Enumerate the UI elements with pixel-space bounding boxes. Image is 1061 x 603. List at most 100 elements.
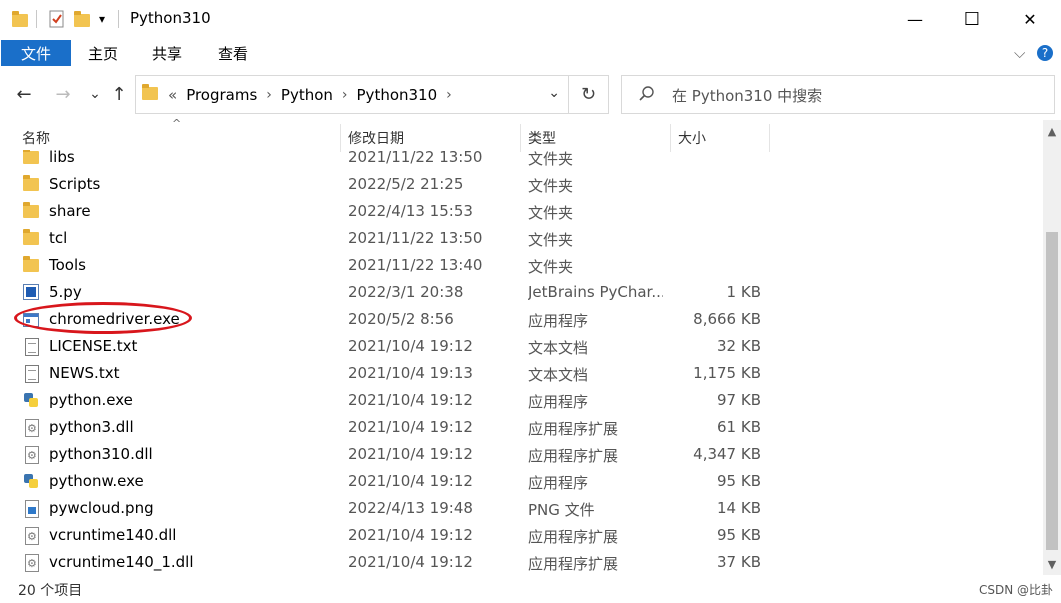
file-row[interactable]: python3.dll 2021/10/4 19:12 应用程序扩展 61 KB: [0, 414, 1043, 441]
ribbon-tabs: 文件 主页 共享 查看 ⌵ ?: [0, 38, 1061, 68]
close-button[interactable]: ✕: [1002, 0, 1058, 38]
ribbon-expand-icon[interactable]: ⌵: [1014, 42, 1025, 64]
column-divider[interactable]: [520, 124, 521, 152]
scroll-down-icon[interactable]: ▼: [1043, 555, 1061, 573]
chevron-right-icon[interactable]: ›: [342, 87, 348, 103]
file-size: 97 KB: [717, 391, 761, 409]
address-dropdown-icon[interactable]: ⌄: [548, 85, 560, 101]
file-type: 文件夹: [528, 177, 574, 195]
exe-icon: [23, 311, 41, 329]
file-row[interactable]: python.exe 2021/10/4 19:12 应用程序 97 KB: [0, 387, 1043, 414]
file-type: 应用程序: [528, 474, 589, 492]
folder-icon: [142, 84, 158, 104]
file-size: 61 KB: [717, 418, 761, 436]
vertical-scrollbar[interactable]: ▲ ▼: [1043, 120, 1061, 575]
file-type: 文件夹: [528, 258, 574, 276]
file-row[interactable]: libs 2021/11/22 13:50 文件夹: [0, 150, 1043, 171]
file-row[interactable]: vcruntime140_1.dll 2021/10/4 19:12 应用程序扩展 3…: [0, 549, 1043, 575]
column-date[interactable]: 修改日期: [348, 128, 404, 148]
new-folder-icon[interactable]: [74, 9, 90, 29]
folder-icon: [23, 229, 41, 248]
column-size[interactable]: 大小: [678, 128, 706, 148]
chevron-right-icon[interactable]: ›: [266, 87, 272, 103]
file-date: 2022/5/2 21:25: [348, 175, 464, 193]
forward-button[interactable]: →: [51, 82, 75, 106]
file-date: 2020/5/2 8:56: [348, 310, 454, 328]
tab-file[interactable]: 文件: [1, 40, 71, 66]
search-input[interactable]: 在 Python310 中搜索: [621, 75, 1055, 114]
breadcrumb-programs[interactable]: Programs: [186, 86, 257, 104]
file-type: 应用程序扩展: [528, 555, 619, 573]
sort-ascending-icon: ^: [172, 117, 182, 130]
scrollbar-thumb[interactable]: [1046, 232, 1058, 550]
address-bar[interactable]: « Programs › Python › Python310 › ⌄: [135, 75, 569, 114]
file-name: python.exe: [49, 391, 133, 409]
file-type: PNG 文件: [528, 501, 595, 519]
maximize-button[interactable]: ☐: [944, 0, 1000, 38]
file-row[interactable]: 5.py 2022/3/1 20:38 JetBrains PyChar... 1 K…: [0, 279, 1043, 306]
column-divider[interactable]: [769, 124, 770, 152]
status-bar: 20 个项目 CSDN @比卦: [0, 575, 1061, 603]
text-file-icon: [23, 365, 41, 383]
file-row[interactable]: Scripts 2022/5/2 21:25 文件夹: [0, 171, 1043, 198]
refresh-button[interactable]: ↻: [569, 75, 609, 114]
file-row[interactable]: share 2022/4/13 15:53 文件夹: [0, 198, 1043, 225]
file-name: Tools: [49, 256, 86, 274]
file-name: pywcloud.png: [49, 499, 154, 517]
file-type: 应用程序扩展: [528, 447, 619, 465]
item-count: 20 个项目: [18, 583, 83, 599]
breadcrumb-overflow[interactable]: «: [168, 86, 177, 104]
file-size: 95 KB: [717, 526, 761, 544]
minimize-button[interactable]: —: [887, 0, 943, 38]
scroll-up-icon[interactable]: ▲: [1043, 122, 1061, 140]
column-divider[interactable]: [340, 124, 341, 152]
tab-view[interactable]: 查看: [210, 40, 256, 66]
file-type: 文件夹: [528, 150, 574, 168]
column-divider[interactable]: [670, 124, 671, 152]
file-name: tcl: [49, 229, 68, 247]
breadcrumb-python[interactable]: Python: [281, 86, 333, 104]
file-row[interactable]: python310.dll 2021/10/4 19:12 应用程序扩展 4,347 …: [0, 441, 1043, 468]
file-date: 2021/10/4 19:13: [348, 364, 473, 382]
file-row[interactable]: Tools 2021/11/22 13:40 文件夹: [0, 252, 1043, 279]
back-button[interactable]: ←: [12, 82, 36, 106]
divider: [118, 10, 119, 28]
python-icon: [23, 473, 41, 491]
breadcrumb-python310[interactable]: Python310: [357, 86, 438, 104]
file-size: 37 KB: [717, 553, 761, 571]
properties-icon[interactable]: [48, 9, 66, 29]
file-name: 5.py: [49, 283, 82, 301]
tab-share[interactable]: 共享: [144, 40, 190, 66]
column-name[interactable]: 名称: [22, 128, 50, 148]
recent-locations-button[interactable]: ⌄: [83, 82, 107, 106]
help-icon[interactable]: ?: [1036, 42, 1054, 64]
file-size: 14 KB: [717, 499, 761, 517]
file-list: libs 2021/11/22 13:50 文件夹 Scripts 2022/5/2 2…: [0, 150, 1043, 575]
file-name: share: [49, 202, 91, 220]
file-size: 4,347 KB: [693, 445, 761, 463]
file-size: 32 KB: [717, 337, 761, 355]
file-name: libs: [49, 150, 75, 166]
dll-icon: [23, 446, 41, 464]
file-date: 2022/4/13 15:53: [348, 202, 473, 220]
file-date: 2021/11/22 13:40: [348, 256, 483, 274]
file-type: 文本文档: [528, 366, 589, 384]
search-icon: [638, 85, 656, 107]
tab-home[interactable]: 主页: [80, 40, 126, 66]
file-row[interactable]: chromedriver.exe 2020/5/2 8:56 应用程序 8,666 K…: [0, 306, 1043, 333]
file-row[interactable]: LICENSE.txt 2021/10/4 19:12 文本文档 32 KB: [0, 333, 1043, 360]
file-row[interactable]: NEWS.txt 2021/10/4 19:13 文本文档 1,175 KB: [0, 360, 1043, 387]
qat-dropdown-icon[interactable]: ▾: [99, 9, 105, 29]
file-type: JetBrains PyChar...: [528, 283, 663, 301]
file-name: LICENSE.txt: [49, 337, 138, 355]
file-row[interactable]: pythonw.exe 2021/10/4 19:12 应用程序 95 KB: [0, 468, 1043, 495]
text-file-icon: [23, 338, 41, 356]
chevron-right-icon[interactable]: ›: [446, 87, 452, 103]
file-row[interactable]: tcl 2021/11/22 13:50 文件夹: [0, 225, 1043, 252]
up-button[interactable]: ↑: [107, 82, 131, 106]
dll-icon: [23, 554, 41, 572]
file-row[interactable]: pywcloud.png 2022/4/13 19:48 PNG 文件 14 KB: [0, 495, 1043, 522]
file-row[interactable]: vcruntime140.dll 2021/10/4 19:12 应用程序扩展 95 …: [0, 522, 1043, 549]
divider: [36, 10, 37, 28]
column-type[interactable]: 类型: [528, 128, 556, 148]
